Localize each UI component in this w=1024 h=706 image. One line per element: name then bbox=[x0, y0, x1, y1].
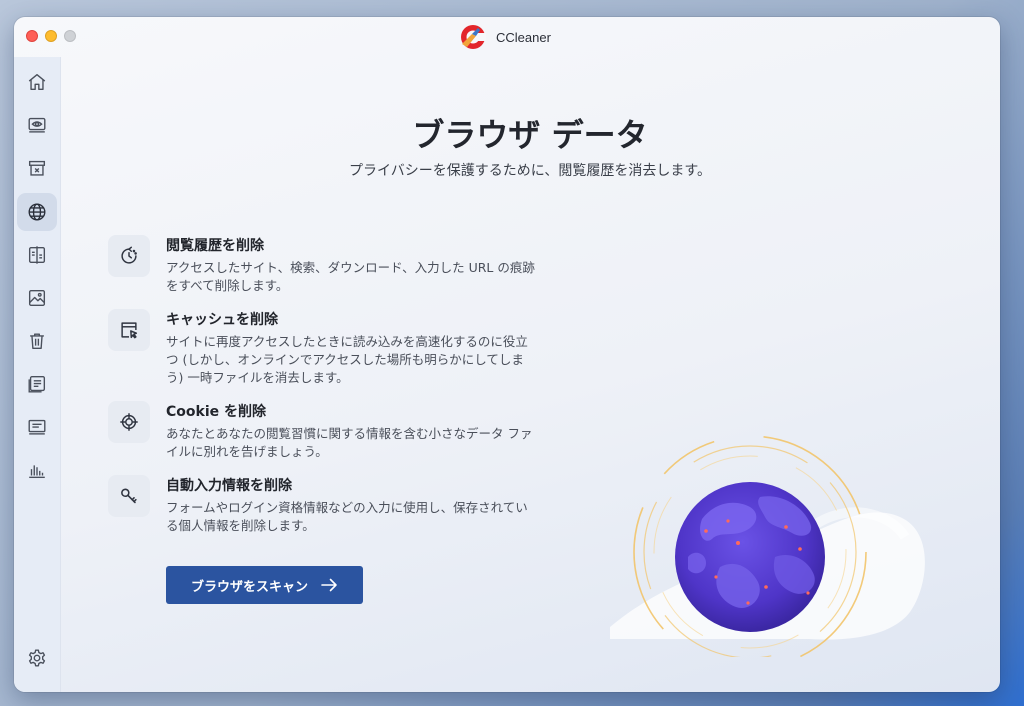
close-window-button[interactable] bbox=[26, 30, 38, 42]
file-list-icon bbox=[28, 375, 46, 393]
history-clock-icon bbox=[121, 246, 137, 264]
sidebar bbox=[14, 57, 61, 692]
app-brand: CCleaner bbox=[458, 23, 551, 51]
feature-title: 自動入力情報を削除 bbox=[166, 478, 292, 494]
sidebar-item-settings[interactable] bbox=[17, 639, 57, 677]
sidebar-item-startup[interactable] bbox=[17, 408, 57, 446]
minimize-window-button[interactable] bbox=[45, 30, 57, 42]
globe-icon bbox=[28, 203, 46, 221]
feature-icon-tile bbox=[108, 475, 150, 517]
globe-illustration bbox=[610, 435, 925, 657]
sidebar-item-health-check[interactable] bbox=[17, 106, 57, 144]
compare-icon bbox=[28, 246, 46, 264]
feature-description: アクセスしたサイト、検索、ダウンロード、入力した URL の痕跡をすべて削除しま… bbox=[166, 260, 535, 293]
sidebar-item-app-cleaner[interactable] bbox=[17, 149, 57, 187]
sidebar-item-home[interactable] bbox=[17, 63, 57, 101]
eye-device-icon bbox=[28, 117, 46, 133]
feature-title: キャッシュを削除 bbox=[166, 312, 278, 328]
sidebar-item-trash[interactable] bbox=[17, 322, 57, 360]
page-subtitle: プライバシーを保護するために、閲覧履歴を消去します。 bbox=[349, 163, 711, 179]
ccleaner-logo-icon bbox=[461, 25, 486, 49]
sidebar-item-duplicates[interactable] bbox=[17, 236, 57, 274]
sidebar-item-performance[interactable] bbox=[17, 451, 57, 489]
sidebar-item-large-files[interactable] bbox=[17, 365, 57, 403]
image-icon bbox=[28, 289, 46, 307]
feature-icon-tile bbox=[108, 309, 150, 351]
bar-chart-icon bbox=[29, 465, 45, 479]
sidebar-item-browser-data[interactable] bbox=[17, 193, 57, 231]
scan-button-label: ブラウザをスキャン bbox=[190, 579, 308, 595]
sidebar-item-similar-photos[interactable] bbox=[17, 279, 57, 317]
feature-description: サイトに再度アクセスしたときに読み込みを高速化するのに役立つ (しかし、オンライ… bbox=[166, 334, 528, 385]
crosshair-icon bbox=[120, 413, 138, 431]
archive-box-icon bbox=[28, 160, 46, 176]
feature-description: あなたとあなたの閲覧習慣に関する情報を含む小さなデータ ファイルに別れを告げまし… bbox=[166, 426, 533, 459]
title-bar: CCleaner bbox=[14, 17, 1000, 57]
cache-window-icon bbox=[121, 322, 138, 339]
feature-icon-tile bbox=[108, 235, 150, 277]
arrow-right-icon bbox=[321, 578, 337, 592]
maximize-window-button[interactable] bbox=[64, 30, 76, 42]
display-list-icon bbox=[28, 419, 46, 435]
feature-description: フォームやログイン資格情報などの入力に使用し、保存されている個人情報を削除します… bbox=[166, 500, 528, 533]
feature-icon-tile bbox=[108, 401, 150, 443]
app-title: CCleaner bbox=[496, 29, 551, 45]
key-icon bbox=[121, 488, 137, 504]
page-title: ブラウザ データ bbox=[412, 116, 648, 154]
home-icon bbox=[28, 73, 46, 91]
feature-title: 閲覧履歴を削除 bbox=[166, 238, 264, 254]
scan-browser-button[interactable]: ブラウザをスキャン bbox=[166, 566, 363, 604]
gear-icon bbox=[28, 649, 46, 667]
app-window: CCleaner ブラウザ データ プライバシーを保護するために、閲覧履歴を消去… bbox=[14, 17, 1000, 692]
feature-title: Cookie を削除 bbox=[166, 404, 266, 420]
trash-icon bbox=[30, 333, 44, 350]
